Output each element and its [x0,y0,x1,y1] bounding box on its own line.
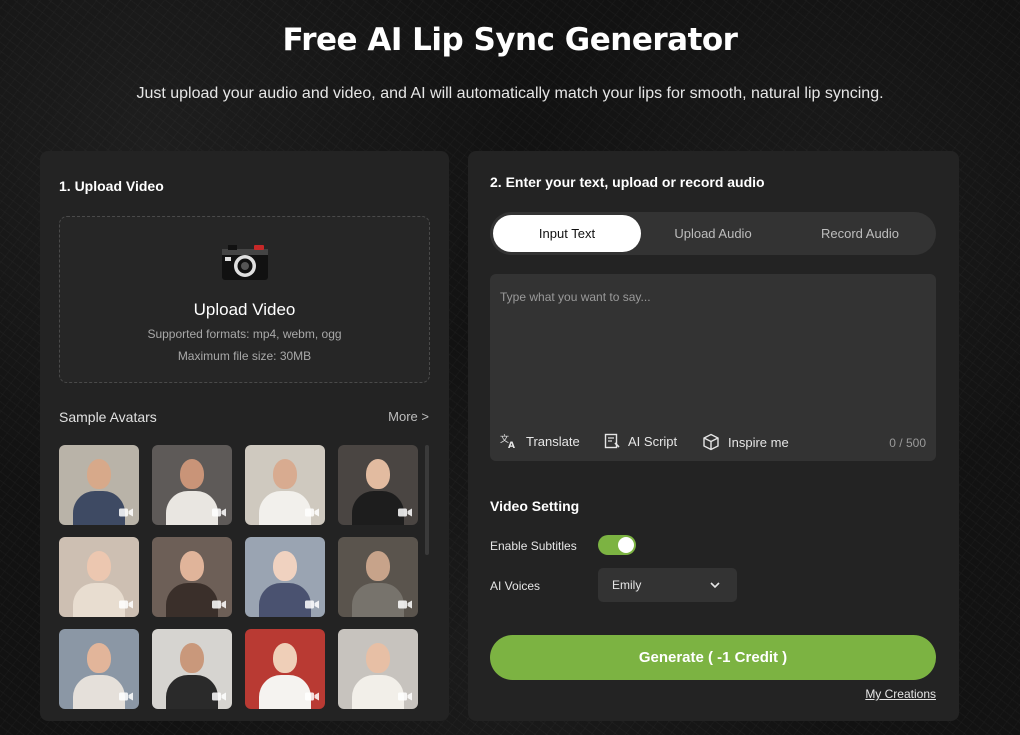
ai-voices-label: AI Voices [490,579,541,593]
character-count: 0 / 500 [889,436,926,450]
avatar-grid [59,445,419,709]
translate-label: Translate [526,433,580,449]
tab-input-text[interactable]: Input Text [493,215,641,252]
video-camera-icon [398,600,412,609]
avatar-figure-body [352,675,404,709]
video-camera-icon [305,600,319,609]
text-input-box: 文 A Translate AI Script I [490,274,936,461]
cube-icon [703,433,719,451]
page-subtitle: Just upload your audio and video, and AI… [136,85,884,102]
upload-video-panel: 1. Upload Video Upload Video Supported f… [40,151,449,721]
page-title: Free AI Lip Sync Generator [282,22,738,58]
more-avatars-link[interactable]: More > [388,409,429,424]
avatar-figure-body [259,491,311,525]
avatar-tile[interactable] [59,537,139,617]
script-text-input[interactable] [490,274,936,414]
upload-video-heading: 1. Upload Video [59,178,164,194]
avatar-figure-body [259,583,311,617]
video-camera-icon [398,692,412,701]
avatar-figure-body [166,675,218,709]
inspire-me-button[interactable]: Inspire me [702,433,789,451]
translate-button[interactable]: 文 A Translate [500,433,580,449]
avatar-figure-body [166,583,218,617]
inspire-me-label: Inspire me [728,434,789,450]
ai-script-label: AI Script [628,433,678,449]
video-setting-heading: Video Setting [490,498,580,514]
avatar-tile[interactable] [338,629,418,709]
avatar-figure-head [273,643,297,673]
tab-upload-audio[interactable]: Upload Audio [639,215,787,252]
avatar-figure-body [166,491,218,525]
avatar-figure-head [366,459,390,489]
chevron-down-icon [710,582,720,589]
video-camera-icon [119,692,133,701]
my-creations-link[interactable]: My Creations [865,687,936,701]
avatar-tile[interactable] [59,445,139,525]
avatar-figure-head [366,643,390,673]
avatar-figure-head [366,551,390,581]
avatar-figure-body [259,675,311,709]
video-camera-icon [119,508,133,517]
tab-record-audio[interactable]: Record Audio [786,215,934,252]
audio-mode-tabs: Input Text Upload Audio Record Audio [490,212,936,255]
avatar-figure-body [73,675,125,709]
avatar-tile[interactable] [59,629,139,709]
avatar-figure-head [180,459,204,489]
avatar-figure-body [73,583,125,617]
translate-icon: 文 A [500,433,515,449]
ai-voices-select[interactable]: Emily [598,568,737,602]
upload-video-title: Upload Video [193,300,296,319]
avatar-figure-head [273,459,297,489]
video-camera-icon [212,508,226,517]
avatar-tile[interactable] [152,537,232,617]
avatar-figure-head [180,643,204,673]
audio-input-heading: 2. Enter your text, upload or record aud… [490,174,765,190]
video-camera-icon [305,508,319,517]
svg-text:A: A [508,441,515,449]
ai-voices-selected-value: Emily [612,578,642,592]
enable-subtitles-toggle[interactable] [598,535,636,555]
upload-video-dropzone[interactable]: Upload Video Supported formats: mp4, web… [59,216,430,383]
avatar-tile[interactable] [245,629,325,709]
video-camera-icon [305,692,319,701]
avatar-tile[interactable] [245,445,325,525]
avatar-scrollbar[interactable] [425,445,429,555]
max-file-size: Maximum file size: 30MB [177,349,312,363]
avatar-figure-head [87,459,111,489]
avatar-figure-head [87,551,111,581]
ai-script-icon [604,433,620,449]
supported-formats: Supported formats: mp4, webm, ogg [147,327,342,341]
video-camera-icon [212,600,226,609]
video-camera-icon [119,600,133,609]
enable-subtitles-label: Enable Subtitles [490,539,577,553]
avatar-tile[interactable] [338,537,418,617]
avatar-figure-head [180,551,204,581]
avatar-figure-body [352,491,404,525]
ai-script-button[interactable]: AI Script [604,433,677,449]
avatar-tile[interactable] [338,445,418,525]
toggle-knob [618,537,634,553]
avatar-figure-body [73,491,125,525]
avatar-tile[interactable] [152,629,232,709]
avatar-figure-head [273,551,297,581]
sample-avatars-heading: Sample Avatars [59,409,157,425]
avatar-figure-head [87,643,111,673]
page: Free AI Lip Sync Generator Just upload y… [0,0,1020,735]
avatar-tile[interactable] [152,445,232,525]
avatar-tile[interactable] [245,537,325,617]
video-camera-icon [398,508,412,517]
video-camera-icon [212,692,226,701]
generate-button[interactable]: Generate ( -1 Credit ) [490,635,936,680]
camera-icon [222,245,268,280]
audio-input-panel: 2. Enter your text, upload or record aud… [468,151,959,721]
avatar-figure-body [352,583,404,617]
